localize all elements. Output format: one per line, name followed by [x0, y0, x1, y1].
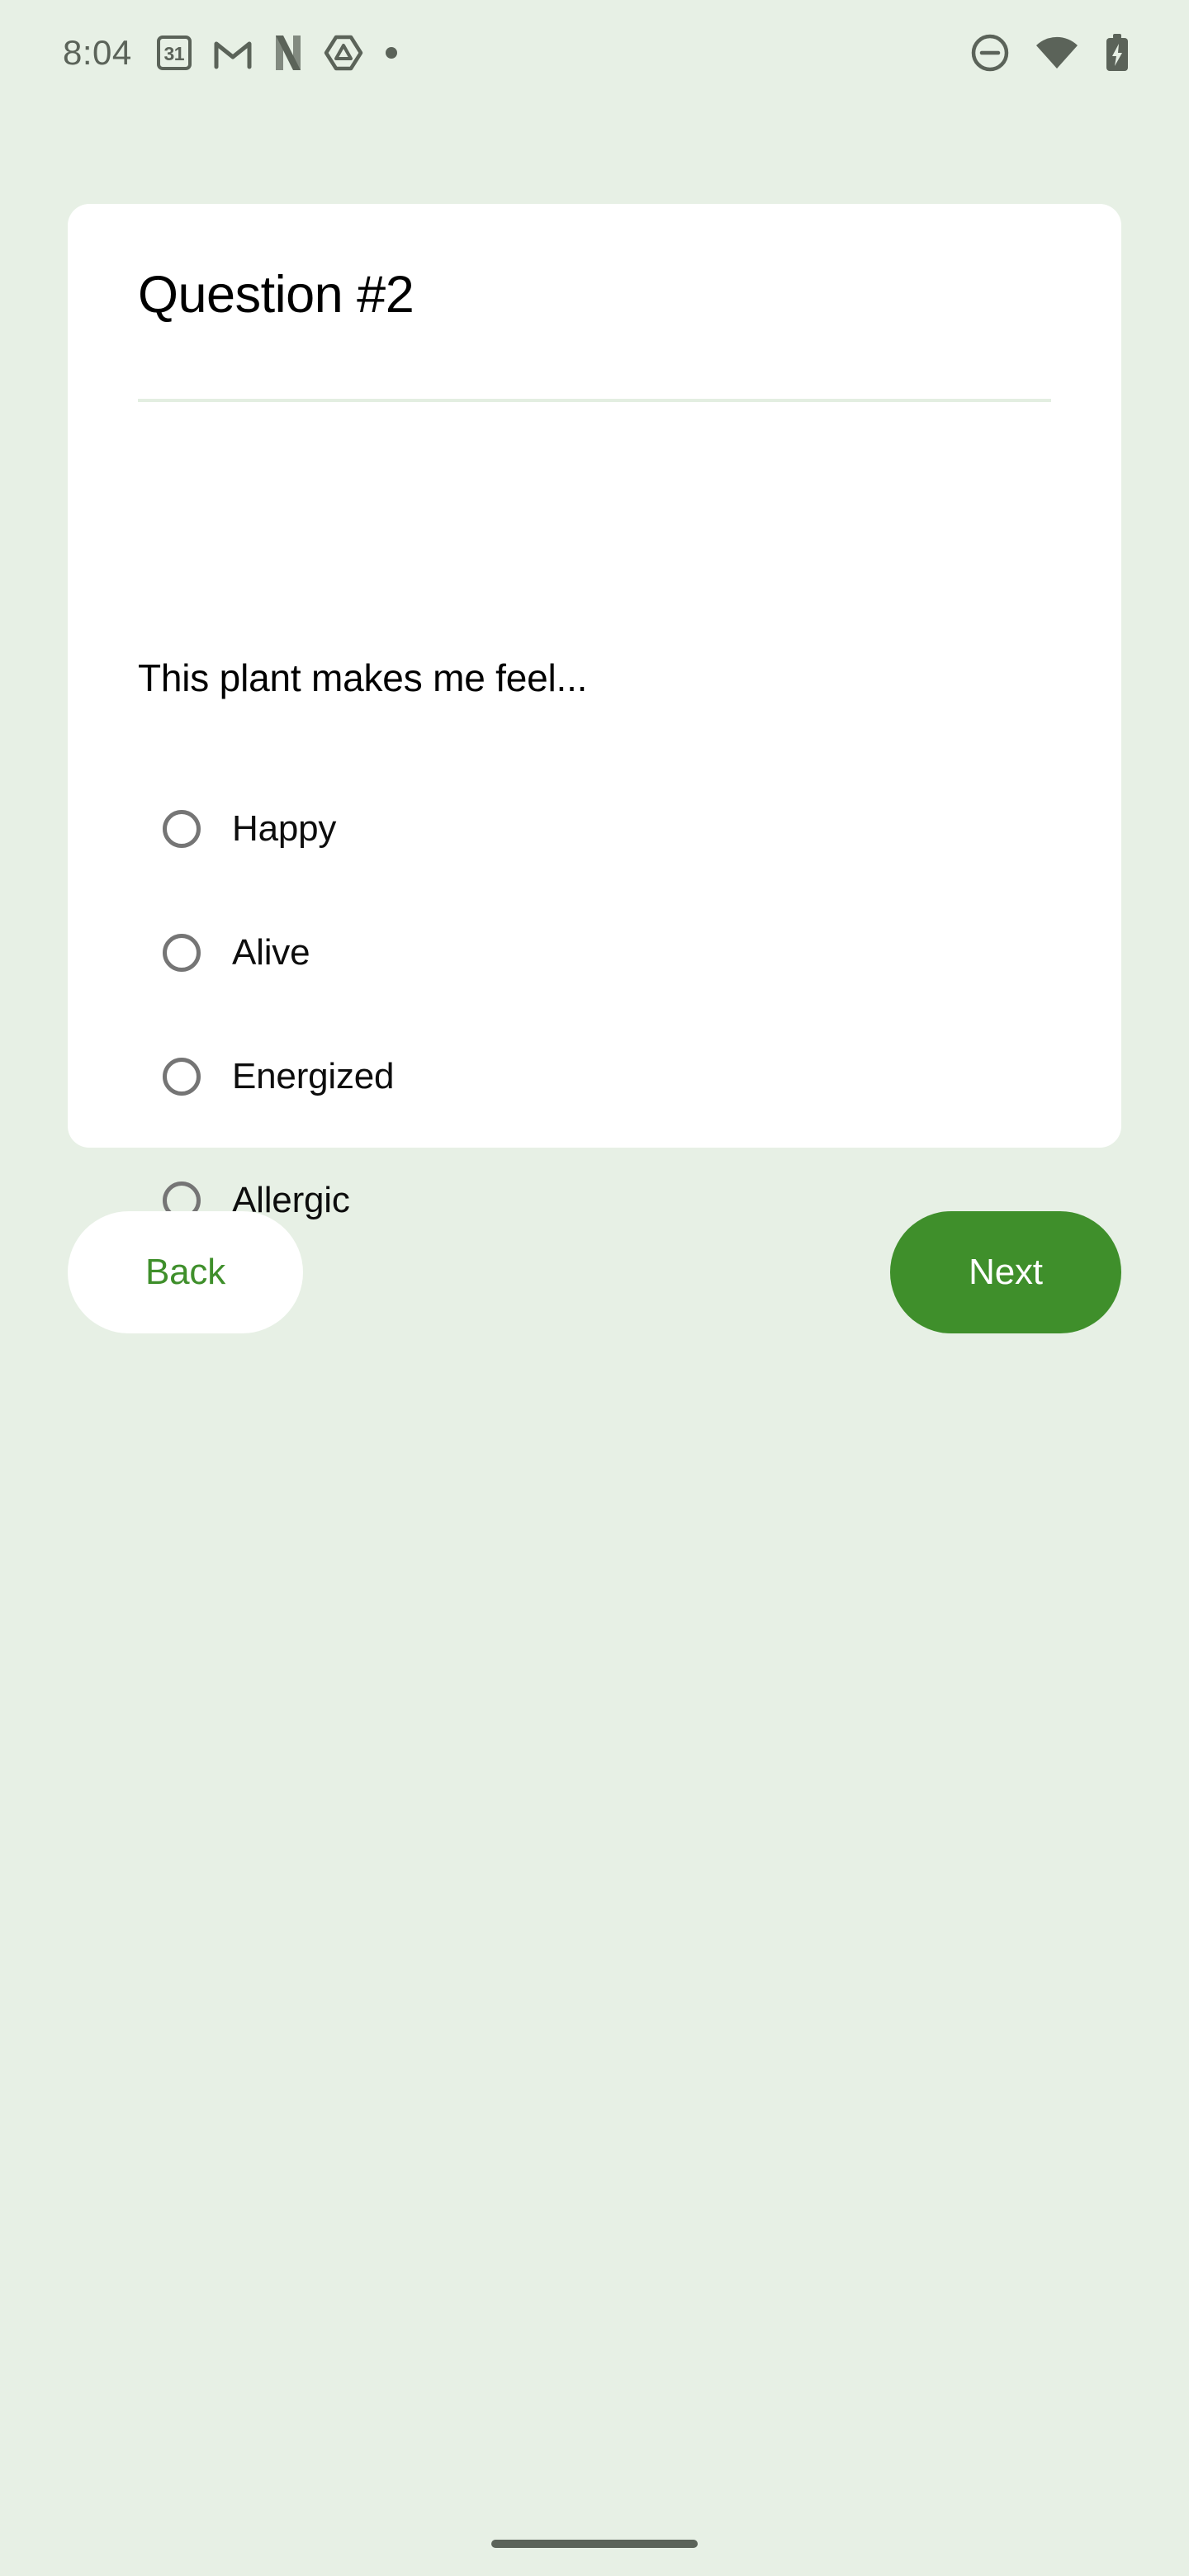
radio-button-icon[interactable]	[163, 934, 201, 972]
gmail-icon	[213, 36, 253, 70]
radio-option-energized[interactable]: Energized	[138, 1035, 1051, 1118]
navigation-buttons: Back Next	[68, 1211, 1121, 1333]
radio-button-icon[interactable]	[163, 810, 201, 848]
back-button[interactable]: Back	[68, 1211, 303, 1333]
home-gesture-bar[interactable]	[491, 2540, 698, 2548]
radio-button-icon[interactable]	[163, 1058, 201, 1096]
radio-option-label: Alive	[232, 932, 310, 973]
next-button[interactable]: Next	[890, 1211, 1121, 1333]
calendar-icon-day: 31	[156, 36, 192, 70]
radio-group: Happy Alive Energized Allergic	[138, 788, 1051, 1242]
wifi-icon	[1035, 36, 1078, 70]
radio-option-label: Energized	[232, 1056, 395, 1096]
question-prompt: This plant makes me feel...	[138, 656, 588, 699]
status-bar-right	[971, 34, 1141, 72]
radio-option-happy[interactable]: Happy	[138, 788, 1051, 870]
radio-option-label: Happy	[232, 808, 337, 849]
calendar-icon: 31	[156, 36, 192, 70]
radio-option-alive[interactable]: Alive	[138, 912, 1051, 994]
battery-charging-icon	[1105, 34, 1130, 72]
page-title: Question #2	[138, 266, 414, 324]
drive-triangle-icon	[324, 35, 363, 71]
more-notifications-dot-icon	[385, 46, 398, 59]
netflix-icon	[274, 35, 302, 71]
do-not-disturb-icon	[971, 34, 1009, 72]
question-card: Question #2 This plant makes me feel... …	[68, 204, 1121, 1220]
status-bar-clock: 8:04	[63, 33, 132, 72]
status-bar-left: 8:04 31	[63, 35, 398, 71]
status-bar: 8:04 31	[0, 0, 1189, 106]
card-divider	[138, 399, 1051, 402]
